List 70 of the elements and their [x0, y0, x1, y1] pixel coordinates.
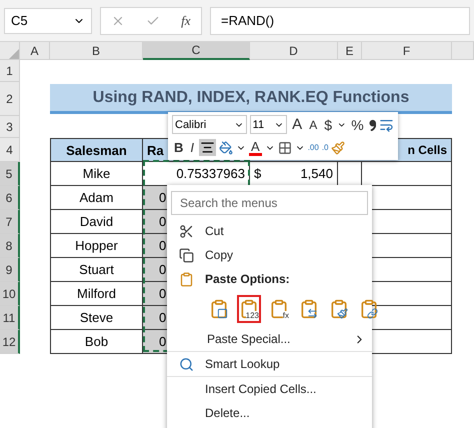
table-cell: Milford — [50, 282, 143, 306]
clipboard-icon — [329, 299, 349, 319]
column-title: Salesman — [50, 138, 143, 162]
row-header[interactable]: 4 — [0, 138, 20, 162]
link-icon — [367, 308, 378, 319]
scissors-icon — [178, 224, 194, 238]
currency-symbol: $ — [254, 166, 262, 181]
menu-item[interactable]: Delete... — [167, 401, 372, 425]
column-header[interactable]: E — [338, 42, 362, 60]
row-header[interactable]: 6 — [0, 186, 20, 210]
decrease-decimal-button[interactable]: .0 — [322, 143, 328, 152]
title-banner: Using RAND, INDEX, RANK.EQ Functions — [50, 84, 452, 114]
column-header[interactable]: B — [50, 42, 143, 60]
italic-button[interactable]: I — [188, 140, 196, 155]
grow-font-button[interactable]: A — [290, 116, 304, 133]
row-header[interactable]: 2 — [0, 82, 20, 116]
table-cell: Hopper — [50, 234, 143, 258]
bold-button[interactable]: B — [172, 140, 186, 155]
table-cell: Adam — [50, 186, 143, 210]
fill-color-icon[interactable] — [219, 140, 234, 154]
row-header[interactable]: 1 — [0, 60, 20, 82]
table-cell: Mike — [50, 162, 143, 186]
row-header[interactable]: 5 — [0, 162, 20, 186]
row-header[interactable]: 7 — [0, 210, 20, 234]
shrink-font-button[interactable]: A — [307, 118, 320, 132]
font-dropdown[interactable]: Calibri — [172, 115, 247, 134]
menu-item[interactable]: Insert Copied Cells... — [167, 376, 372, 401]
clipboard-icon — [269, 299, 289, 319]
option-label: fx — [282, 311, 289, 320]
amount-text: 1,540 — [300, 166, 333, 181]
arrows-icon — [307, 308, 318, 319]
paste-option-button[interactable]: fx — [267, 295, 291, 323]
column-header[interactable]: C — [143, 42, 250, 60]
search-icon — [178, 356, 194, 372]
column-header[interactable]: F — [362, 42, 452, 60]
row-header[interactable]: 9 — [0, 258, 20, 282]
column-header[interactable]: D — [250, 42, 338, 60]
brush-icon — [337, 308, 348, 319]
clipboard-icon — [178, 272, 194, 286]
square-icon — [217, 308, 228, 319]
increase-decimal-button[interactable]: .00 — [308, 143, 319, 152]
row-header[interactable]: 11 — [0, 306, 20, 330]
table-cell: Steve — [50, 306, 143, 330]
comma-style-icon[interactable] — [368, 118, 376, 130]
table-cell: David — [50, 210, 143, 234]
name-box[interactable]: C5 — [4, 8, 92, 34]
clipboard-icon — [299, 299, 319, 319]
borders-icon[interactable] — [278, 140, 292, 154]
row-header[interactable]: 12 — [0, 330, 20, 354]
table-cell: Stuart — [50, 258, 143, 282]
row-header[interactable]: 10 — [0, 282, 20, 306]
copy-icon — [178, 248, 194, 262]
row-header[interactable]: 3 — [0, 116, 20, 138]
option-label: 123 — [246, 311, 259, 320]
menu-item[interactable]: Smart Lookup — [167, 351, 372, 376]
currency-button[interactable]: $ — [322, 116, 334, 132]
paste-option-button[interactable]: 123 — [237, 295, 261, 323]
search-field[interactable]: Search the menus — [171, 191, 368, 215]
column-header[interactable]: A — [20, 42, 50, 60]
formula-field[interactable]: =RAND() — [210, 6, 470, 34]
clipboard-icon — [209, 299, 229, 319]
row-header[interactable]: 8 — [0, 234, 20, 258]
clipboard-icon — [359, 299, 379, 319]
format-painter-icon[interactable] — [331, 140, 346, 154]
font-color-button[interactable]: A — [249, 140, 262, 156]
insert-function-button[interactable]: fx — [181, 12, 191, 28]
percent-button[interactable]: % — [349, 116, 366, 132]
font-size-dropdown[interactable]: 11 — [250, 115, 288, 134]
table-cell: Bob — [50, 330, 143, 354]
center-align-button[interactable] — [199, 139, 216, 156]
